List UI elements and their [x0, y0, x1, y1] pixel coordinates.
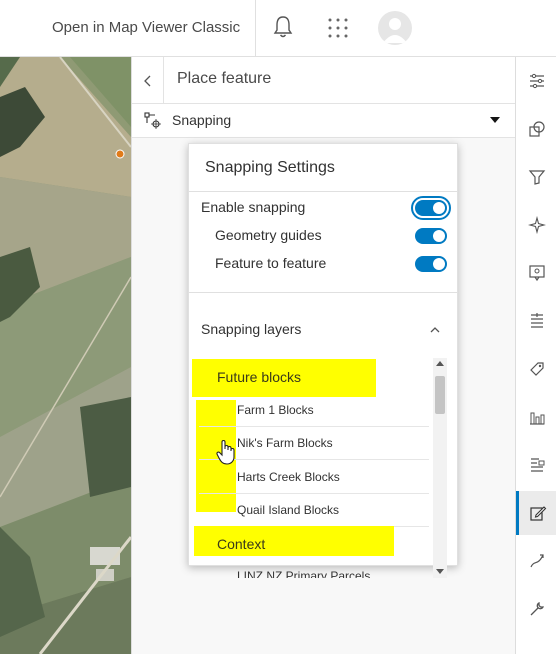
- layer-label: Nik's Farm Blocks: [237, 436, 333, 450]
- geometry-guides-toggle[interactable]: [415, 228, 447, 244]
- charts-icon[interactable]: [516, 395, 556, 439]
- group-future-blocks[interactable]: Future blocks: [217, 369, 301, 385]
- geometry-guides-label: Geometry guides: [215, 227, 322, 243]
- scroll-down-arrow[interactable]: [436, 569, 444, 574]
- panel-title: Place feature: [177, 70, 272, 87]
- list-item[interactable]: Quail Island Blocks: [199, 494, 429, 527]
- list-item[interactable]: Farm 1 Blocks: [199, 394, 429, 427]
- list-item[interactable]: LINZ NZ Primary Parcels: [199, 560, 429, 578]
- layer-label: LINZ NZ Primary Parcels: [237, 569, 371, 578]
- labels-icon[interactable]: [516, 347, 556, 391]
- apps-grid-icon[interactable]: [327, 17, 349, 39]
- scroll-thumb[interactable]: [435, 376, 445, 414]
- back-button[interactable]: [132, 57, 164, 104]
- toggle-knob: [433, 202, 445, 214]
- filter-icon[interactable]: [516, 155, 556, 199]
- feature-to-feature-toggle[interactable]: [415, 256, 447, 272]
- snapping-icon: [144, 112, 161, 129]
- divider: [189, 191, 457, 192]
- snapping-layers-header[interactable]: Snapping layers: [201, 321, 301, 337]
- edit-icon[interactable]: [516, 491, 556, 535]
- feature-to-feature-label: Feature to feature: [215, 255, 327, 271]
- effects-icon[interactable]: [516, 203, 556, 247]
- toggle-knob: [433, 258, 445, 270]
- fields-icon[interactable]: [516, 299, 556, 343]
- layer-label: Farm 1 Blocks: [237, 403, 314, 417]
- top-bar: Open in Map Viewer Classic: [0, 0, 556, 57]
- map-view[interactable]: [0, 57, 131, 654]
- toggle-knob: [433, 230, 445, 242]
- caret-down-icon: [490, 117, 500, 123]
- forms-icon[interactable]: [516, 443, 556, 487]
- app-root: Open in Map Viewer Classic Place feature…: [0, 0, 556, 654]
- snapping-settings-popover: Snapping Settings Enable snapping Geomet…: [188, 143, 458, 578]
- enable-snapping-label: Enable snapping: [201, 199, 306, 215]
- properties-icon[interactable]: [516, 59, 556, 103]
- scroll-up-arrow[interactable]: [436, 361, 444, 366]
- chevron-left-icon: [143, 75, 150, 86]
- tools-icon[interactable]: [516, 587, 556, 631]
- group-context[interactable]: Context: [217, 536, 265, 552]
- layer-label: Harts Creek Blocks: [237, 470, 340, 484]
- basemap-icon[interactable]: [516, 107, 556, 151]
- list-item[interactable]: Harts Creek Blocks: [199, 461, 429, 494]
- layer-label: Quail Island Blocks: [237, 503, 340, 517]
- scrollbar[interactable]: [433, 358, 447, 578]
- right-toolbar: [515, 57, 556, 654]
- divider: [255, 0, 256, 56]
- pop-ups-icon[interactable]: [516, 251, 556, 295]
- snapping-dropdown[interactable]: Snapping: [132, 104, 516, 138]
- sketch-icon[interactable]: [516, 539, 556, 583]
- panel-header: Place feature: [132, 57, 516, 104]
- snapping-layer-list: Future blocks Farm 1 Blocks Nik's Farm B…: [189, 358, 433, 578]
- chevron-up-icon[interactable]: [429, 324, 441, 336]
- hand-cursor-icon: [216, 440, 235, 465]
- divider: [189, 292, 457, 293]
- bell-icon[interactable]: [272, 14, 294, 40]
- enable-snapping-toggle[interactable]: [411, 196, 451, 220]
- user-avatar[interactable]: [378, 11, 412, 45]
- open-in-map-viewer-classic-link[interactable]: Open in Map Viewer Classic: [52, 19, 240, 36]
- popover-title: Snapping Settings: [205, 159, 335, 176]
- snapping-label: Snapping: [172, 112, 232, 128]
